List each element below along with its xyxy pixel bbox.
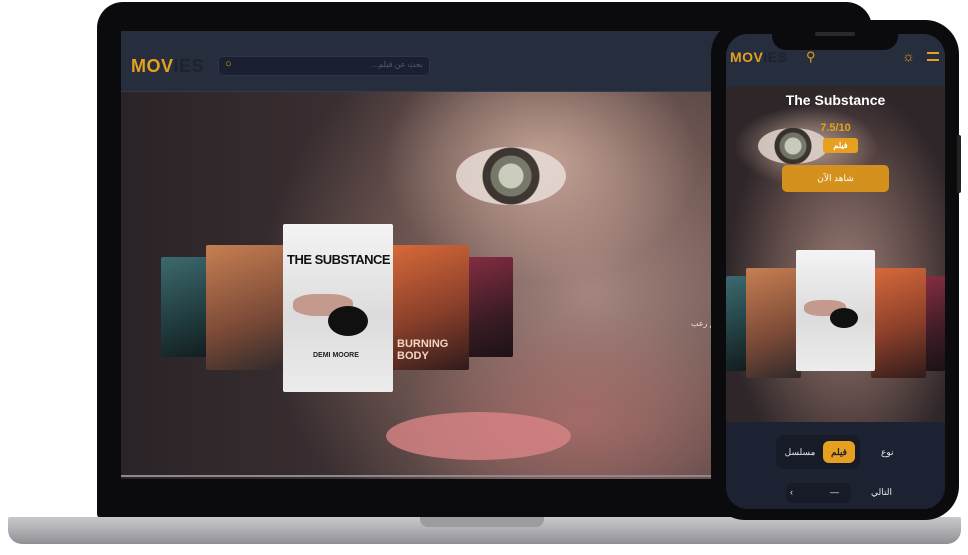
mobile-logo-primary: MOV (730, 49, 764, 65)
phone-screen: MOVIES ⚲ ☼ The Substance 7.5/10 فيلم شاه… (726, 34, 945, 509)
search-icon: ○ (225, 58, 232, 70)
search-icon[interactable]: ⚲ (806, 49, 816, 65)
tab-type-label[interactable]: نوع (881, 447, 894, 458)
mobile-hero (726, 86, 945, 422)
menu-icon[interactable] (927, 52, 939, 61)
mobile-poster-center[interactable] (796, 250, 875, 371)
poster-right-title: BURNING BODY (397, 338, 449, 362)
carousel-poster-center[interactable]: THE SUBSTANCE DEMI MOORE (283, 224, 393, 392)
hero-eye-image (456, 147, 566, 205)
movie-title: The Substance (785, 92, 886, 108)
tab-series[interactable]: مسلسل (782, 441, 818, 463)
search-placeholder: ...بحث عن فيلم (371, 60, 423, 69)
phone-speaker (815, 32, 855, 36)
site-logo[interactable]: MOVIES (131, 56, 204, 77)
pager-next-button[interactable]: التالي (871, 487, 892, 498)
laptop-base-notch (420, 517, 544, 527)
phone-notch (772, 26, 898, 50)
movie-type-badge: فيلم (823, 138, 858, 153)
pager-current: — (830, 487, 839, 497)
poster-center-title: THE SUBSTANCE (287, 252, 391, 267)
logo-secondary: IES (173, 56, 205, 76)
mobile-logo[interactable]: MOVIES (730, 49, 787, 65)
mobile-poster-figure-hair (830, 308, 858, 328)
movie-rating: 7.5/10 (820, 122, 851, 134)
carousel-poster-left[interactable] (206, 245, 286, 370)
pager: ‹ — (786, 483, 851, 503)
tab-movie[interactable]: فيلم (823, 441, 855, 463)
poster-center-caption: DEMI MOORE (313, 352, 359, 359)
type-tabs: مسلسل فيلم (776, 435, 860, 469)
search-input[interactable]: ○ ...بحث عن فيلم (218, 56, 430, 76)
mobile-logo-secondary: IES (763, 49, 788, 65)
carousel-poster-right[interactable]: BURNING BODY (389, 245, 469, 370)
phone-side-button (957, 135, 961, 193)
hero-lips-image (386, 412, 571, 460)
mobile-poster-right[interactable] (871, 268, 926, 378)
pager-prev-button[interactable]: ‹ (790, 487, 793, 497)
logo-primary: MOV (131, 56, 174, 76)
watch-now-button[interactable]: شاهد الآن (782, 165, 889, 192)
poster-figure-hair (328, 306, 368, 336)
mobile-poster-left[interactable] (746, 268, 801, 378)
sun-icon[interactable]: ☼ (902, 48, 915, 64)
